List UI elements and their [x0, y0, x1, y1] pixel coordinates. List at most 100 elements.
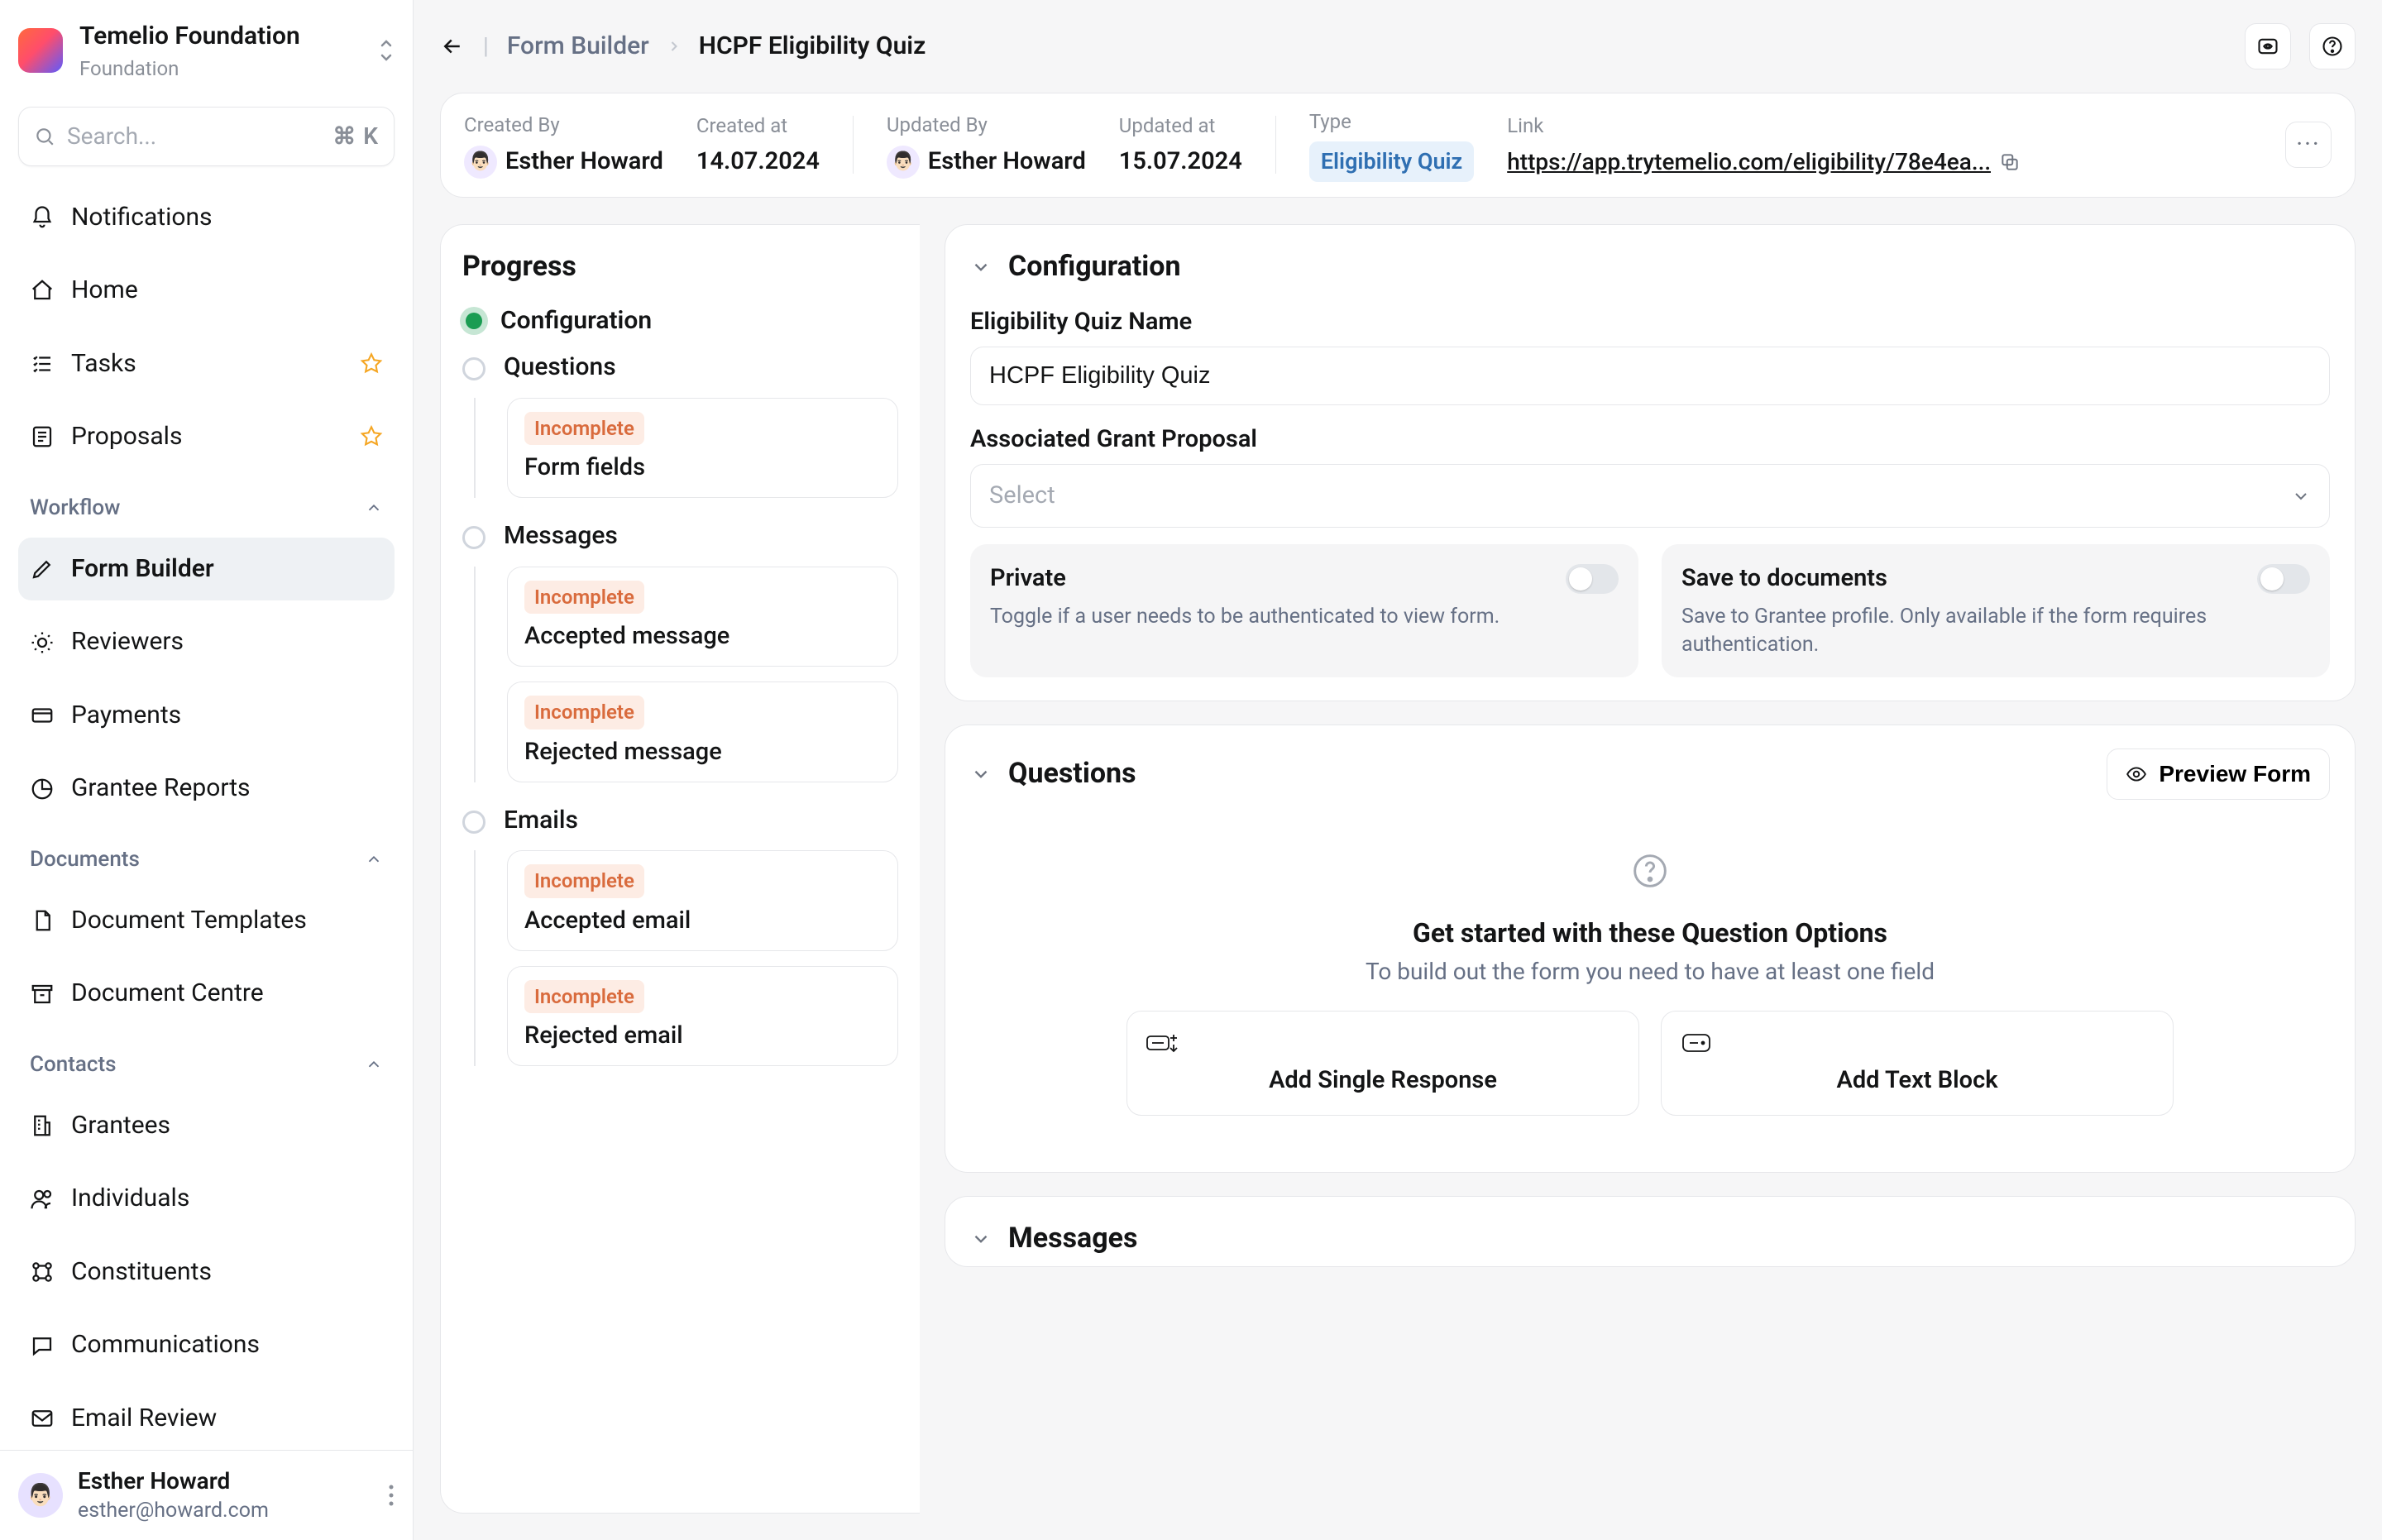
panel-header[interactable]: Messages	[970, 1220, 2330, 1258]
breadcrumb: Form Builder HCPF Eligibility Quiz	[507, 30, 926, 64]
nav-tasks[interactable]: Tasks	[18, 332, 395, 396]
text-block-icon	[1680, 1030, 2155, 1056]
nav-payments[interactable]: Payments	[18, 684, 395, 748]
item-name: Rejected message	[524, 736, 881, 768]
help-icon-button[interactable]	[2309, 23, 2356, 69]
type-chip: Eligibility Quiz	[1309, 141, 1474, 181]
button-label: Preview Form	[2159, 761, 2311, 787]
setting-private: Private Toggle if a user needs to be aut…	[970, 544, 1638, 677]
meta-type: Type Eligibility Quiz	[1309, 108, 1474, 182]
panel-header[interactable]: Questions Preview Form	[970, 748, 2330, 800]
progress-item[interactable]: IncompleteAccepted message	[507, 567, 898, 667]
nav-doc-templates[interactable]: Document Templates	[18, 889, 395, 953]
separator	[853, 116, 854, 174]
nav-section-contacts[interactable]: Contacts	[18, 1035, 395, 1084]
progress-step-emails[interactable]: Emails	[462, 804, 898, 838]
nav-grantee-reports[interactable]: Grantee Reports	[18, 757, 395, 820]
panel-header[interactable]: Configuration	[970, 248, 2330, 286]
nav-reviewers[interactable]: Reviewers	[18, 610, 395, 674]
nav-label: Form Builder	[71, 552, 214, 586]
content: Progress Configuration Questions Incompl…	[440, 224, 2356, 1514]
progress-item[interactable]: IncompleteAccepted email	[507, 850, 898, 951]
quiz-name-input[interactable]	[970, 347, 2330, 405]
overflow-button[interactable]: ···	[2285, 122, 2332, 168]
nav-grantees[interactable]: Grantees	[18, 1094, 395, 1158]
nav-individuals[interactable]: Individuals	[18, 1167, 395, 1231]
nav-notifications[interactable]: Notifications	[18, 186, 395, 250]
toggle-save-documents[interactable]	[2257, 564, 2310, 594]
grant-proposal-select[interactable]: Select	[970, 464, 2330, 528]
status-badge: Incomplete	[524, 581, 644, 614]
add-label: Add Single Response	[1146, 1064, 1620, 1097]
nav-doc-centre[interactable]: Document Centre	[18, 962, 395, 1026]
status-badge: Incomplete	[524, 980, 644, 1013]
toggle-private[interactable]	[1566, 564, 1619, 594]
nav-communications[interactable]: Communications	[18, 1313, 395, 1377]
chevron-down-icon	[2291, 486, 2311, 506]
current-user: 👨🏻 Esther Howard esther@howard.com	[0, 1450, 413, 1540]
meta-actions: ···	[2285, 122, 2332, 168]
nav-form-builder[interactable]: Form Builder	[18, 538, 395, 601]
avatar: 👨🏻	[464, 146, 497, 179]
nav-constituents[interactable]: Constituents	[18, 1241, 395, 1304]
reports-icon	[30, 777, 55, 801]
progress-item[interactable]: IncompleteRejected message	[507, 682, 898, 782]
mail-icon	[30, 1406, 55, 1431]
section-title: Workflow	[30, 494, 120, 523]
meta-label: Created By	[464, 112, 663, 138]
nav-label: Grantees	[71, 1109, 170, 1143]
more-icon[interactable]	[388, 1483, 395, 1508]
setting-save-to-documents: Save to documents Save to Grantee profil…	[1662, 544, 2330, 677]
progress-item[interactable]: Incomplete Rejected email	[507, 966, 898, 1067]
progress-pane: Progress Configuration Questions Incompl…	[440, 224, 920, 1514]
step-name: Configuration	[500, 304, 652, 338]
setting-title: Private	[990, 562, 1066, 595]
meta-updated-by: Updated By 👨🏻Esther Howard	[887, 112, 1086, 178]
preview-form-button[interactable]: Preview Form	[2107, 748, 2330, 800]
org-logo	[18, 28, 63, 73]
nav-section-workflow[interactable]: Workflow	[18, 479, 395, 528]
nav-proposals[interactable]: Proposals	[18, 405, 395, 469]
empty-title: Get started with these Question Options	[987, 916, 2313, 951]
chevron-down-icon	[970, 763, 992, 785]
progress-step-questions[interactable]: Questions	[462, 351, 898, 385]
payments-icon	[30, 703, 55, 728]
nav-email-review[interactable]: Email Review	[18, 1387, 395, 1451]
chevron-down-icon	[970, 1228, 992, 1250]
breadcrumb-current: HCPF Eligibility Quiz	[699, 30, 926, 64]
nav-label: Grantee Reports	[71, 772, 251, 806]
step-name: Emails	[504, 804, 578, 838]
copy-icon[interactable]	[1999, 151, 2021, 173]
search-input[interactable]: Search... ⌘ K	[18, 107, 395, 166]
progress-item[interactable]: IncompleteForm fields	[507, 398, 898, 499]
nav-label: Constituents	[71, 1255, 212, 1289]
field-label: Eligibility Quiz Name	[970, 306, 2330, 338]
nav-home[interactable]: Home	[18, 259, 395, 323]
meta-label: Link	[1507, 112, 2021, 139]
item-name: Rejected email	[524, 1020, 881, 1052]
progress-step-configuration[interactable]: Configuration	[462, 304, 898, 338]
avatar: 👨🏻	[18, 1473, 63, 1518]
org-switcher[interactable]: Temelio Foundation Foundation	[0, 0, 413, 102]
add-text-block-button[interactable]: Add Text Block	[1661, 1011, 2174, 1116]
panel-title: Questions	[1008, 755, 1136, 793]
chevron-down-icon	[365, 1055, 383, 1074]
meta-label: Type	[1309, 108, 1474, 135]
nav: Notifications Home Tasks Proposals Workf…	[0, 181, 413, 1451]
nav-label: Email Review	[71, 1402, 217, 1436]
preview-icon-button[interactable]	[2245, 23, 2291, 69]
breadcrumb-root[interactable]: Form Builder	[507, 30, 649, 64]
nav-label: Tasks	[71, 347, 136, 381]
chevron-down-icon	[970, 256, 992, 278]
nav-label: Document Templates	[71, 904, 307, 938]
share-link[interactable]: https://app.trytemelio.com/eligibility/7…	[1507, 146, 1991, 178]
nav-section-documents[interactable]: Documents	[18, 830, 395, 879]
progress-step-messages[interactable]: Messages	[462, 519, 898, 553]
add-single-response-button[interactable]: Add Single Response	[1126, 1011, 1639, 1116]
step-children: IncompleteAccepted message IncompleteRej…	[474, 567, 898, 782]
field-label: Associated Grant Proposal	[970, 423, 2330, 456]
back-button[interactable]	[440, 34, 465, 59]
section-title: Documents	[30, 845, 140, 874]
star-icon	[360, 352, 383, 375]
nav-label: Individuals	[71, 1182, 189, 1216]
